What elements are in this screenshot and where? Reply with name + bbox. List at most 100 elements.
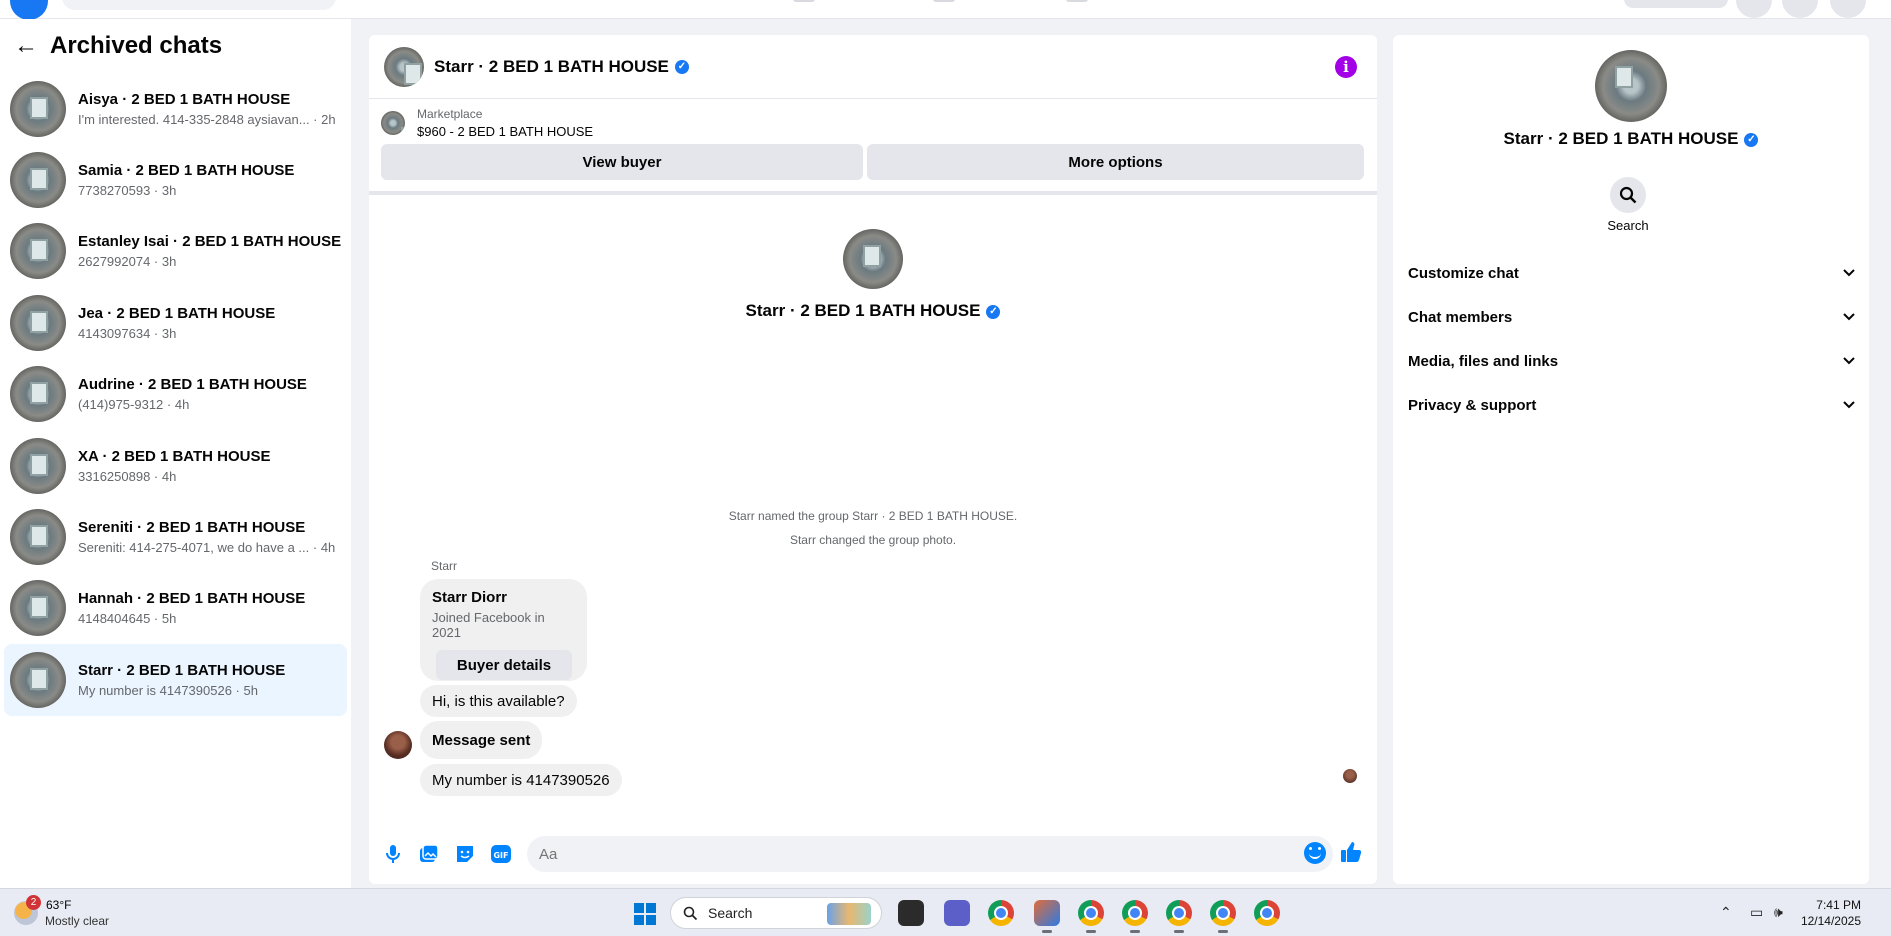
gif-icon[interactable]: GIF bbox=[489, 842, 513, 866]
running-indicator bbox=[1218, 930, 1228, 933]
chat-name: Aisya · 2 BED 1 BATH HOUSE bbox=[78, 90, 291, 108]
more-options-button[interactable]: More options bbox=[867, 144, 1364, 180]
chrome-profile-icon[interactable] bbox=[1254, 900, 1280, 926]
details-title-text: Starr · 2 BED 1 BATH HOUSE bbox=[1503, 129, 1739, 148]
snipping-tool-icon[interactable] bbox=[1034, 900, 1060, 926]
emoji-icon[interactable] bbox=[1304, 842, 1326, 864]
chrome-profile-icon[interactable] bbox=[1166, 900, 1192, 926]
menu-grid-icon[interactable] bbox=[1736, 0, 1772, 18]
system-clock[interactable]: 7:41 PM 12/14/2025 bbox=[1801, 897, 1861, 929]
section-customize-chat[interactable]: Customize chat bbox=[1408, 255, 1856, 291]
running-indicator bbox=[1130, 930, 1140, 933]
chat-item-active[interactable]: Starr · 2 BED 1 BATH HOUSE My number is 4… bbox=[4, 644, 347, 716]
message-bubble[interactable]: My number is 4147390526 bbox=[420, 764, 622, 796]
sender-avatar[interactable] bbox=[384, 731, 412, 759]
section-label: Privacy & support bbox=[1408, 396, 1537, 414]
chat-item[interactable]: Sereniti · 2 BED 1 BATH HOUSE Sereniti: 4… bbox=[4, 501, 347, 572]
sidebar-title: Archived chats bbox=[50, 32, 223, 59]
system-message: Starr changed the group photo. bbox=[789, 533, 957, 547]
seen-receipt-avatar bbox=[1343, 769, 1357, 783]
details-avatar[interactable] bbox=[1595, 50, 1667, 122]
nav-icon-marketplace[interactable] bbox=[933, 0, 955, 2]
weather-temperature[interactable]: 63°F bbox=[46, 898, 71, 912]
facebook-search-input[interactable] bbox=[62, 0, 336, 10]
info-icon[interactable]: i bbox=[1335, 56, 1357, 78]
marketplace-label: Marketplace bbox=[417, 107, 483, 121]
chat-name: Jea · 2 BED 1 BATH HOUSE bbox=[78, 304, 276, 322]
facebook-logo-icon[interactable] bbox=[10, 0, 48, 20]
details-search-button[interactable] bbox=[1610, 177, 1646, 213]
account-avatar[interactable] bbox=[1830, 0, 1866, 18]
buyer-joined: Joined Facebook in 2021 bbox=[432, 610, 545, 640]
chat-preview: 4143097634 · 3h bbox=[78, 325, 177, 341]
thread-avatar bbox=[843, 229, 903, 289]
chat-item[interactable]: XA · 2 BED 1 BATH HOUSE 3316250898 · 4h bbox=[4, 430, 347, 501]
section-privacy-support[interactable]: Privacy & support bbox=[1408, 387, 1856, 423]
chrome-profile-icon[interactable] bbox=[1122, 900, 1148, 926]
section-chat-members[interactable]: Chat members bbox=[1408, 299, 1856, 335]
chevron-down-icon bbox=[1843, 313, 1855, 321]
chat-app-icon[interactable] bbox=[944, 900, 970, 926]
nav-icon-video[interactable] bbox=[793, 0, 815, 2]
show-hidden-icons-chevron-icon[interactable]: ⌃ bbox=[1720, 904, 1732, 921]
conversation-title-text: Starr · 2 BED 1 BATH HOUSE bbox=[434, 56, 669, 76]
taskbar-search-box[interactable]: Search bbox=[670, 897, 882, 929]
topbar-pill-button[interactable] bbox=[1624, 0, 1728, 8]
conversation-avatar[interactable] bbox=[384, 46, 424, 87]
message-composer: GIF bbox=[369, 824, 1377, 884]
nav-icon-groups[interactable] bbox=[1066, 0, 1088, 2]
network-icon[interactable]: ▭ bbox=[1750, 904, 1763, 921]
thread-title: Starr · 2 BED 1 BATH HOUSE ✓ bbox=[369, 301, 1377, 321]
conversation-panel: Starr · 2 BED 1 BATH HOUSE ✓ i Marketplac… bbox=[369, 35, 1377, 884]
chrome-profile-icon[interactable] bbox=[1210, 900, 1236, 926]
message-bubble[interactable]: Message sent bbox=[420, 721, 543, 759]
thumbs-up-icon[interactable] bbox=[1339, 840, 1363, 864]
running-indicator bbox=[1042, 930, 1052, 933]
archived-chats-sidebar: ← Archived chats Aisya · 2 BED 1 BATH HO… bbox=[0, 19, 351, 888]
chat-avatar bbox=[10, 80, 66, 137]
windows-taskbar: 2 63°F Mostly clear Search ⌃ ▭ 🕪 7:41 PM… bbox=[0, 888, 1891, 936]
chat-item[interactable]: Hannah · 2 BED 1 BATH HOUSE 4148404645 · … bbox=[4, 573, 347, 644]
view-buyer-button[interactable]: View buyer bbox=[381, 144, 863, 180]
thread-title-text: Starr · 2 BED 1 BATH HOUSE bbox=[745, 301, 981, 320]
photo-icon[interactable] bbox=[417, 842, 441, 866]
task-view-icon[interactable] bbox=[898, 900, 924, 926]
chat-name: Estanley Isai · 2 BED 1 BATH HOUSE bbox=[78, 233, 341, 251]
sidebar-header: ← Archived chats bbox=[0, 19, 351, 73]
chat-name: XA · 2 BED 1 BATH HOUSE bbox=[78, 447, 271, 465]
windows-start-icon[interactable] bbox=[634, 903, 656, 925]
chat-preview: 7738270593 · 3h bbox=[78, 183, 177, 199]
back-arrow-icon[interactable]: ← bbox=[14, 32, 38, 59]
chrome-profile-icon[interactable] bbox=[1078, 900, 1104, 926]
conversation-title[interactable]: Starr · 2 BED 1 BATH HOUSE ✓ bbox=[434, 57, 689, 77]
svg-text:GIF: GIF bbox=[493, 851, 508, 860]
chevron-down-icon bbox=[1843, 357, 1855, 365]
listing-thumbnail bbox=[381, 111, 405, 135]
notifications-icon[interactable] bbox=[1782, 0, 1818, 18]
sticker-icon[interactable] bbox=[453, 842, 477, 866]
section-label: Chat members bbox=[1408, 308, 1513, 326]
microphone-icon[interactable] bbox=[381, 842, 405, 866]
chat-avatar bbox=[10, 223, 66, 280]
buyer-card: Starr Diorr Joined Facebook in 2021 Buye… bbox=[420, 579, 587, 681]
search-icon bbox=[683, 906, 698, 920]
chrome-icon[interactable] bbox=[988, 900, 1014, 926]
chat-name: Samia · 2 BED 1 BATH HOUSE bbox=[78, 162, 295, 180]
running-indicator bbox=[1086, 930, 1096, 933]
message-input[interactable] bbox=[527, 836, 1333, 872]
volume-icon[interactable]: 🕪 bbox=[1774, 904, 1783, 921]
chat-details-panel: Starr · 2 BED 1 BATH HOUSE ✓ Search Custo… bbox=[1393, 35, 1869, 884]
message-bubble[interactable]: Hi, is this available? bbox=[420, 685, 577, 717]
chat-item[interactable]: Jea · 2 BED 1 BATH HOUSE 4143097634 · 3h bbox=[4, 287, 347, 358]
buyer-details-button[interactable]: Buyer details bbox=[436, 650, 572, 680]
system-message: Starr named the group Starr · 2 BED 1 BA… bbox=[728, 509, 1018, 523]
chat-preview: 3316250898 · 4h bbox=[78, 468, 177, 484]
section-media-files-links[interactable]: Media, files and links bbox=[1408, 343, 1856, 379]
running-indicator bbox=[1174, 930, 1184, 933]
chat-item[interactable]: Audrine · 2 BED 1 BATH HOUSE (414)975-931… bbox=[4, 359, 347, 430]
chat-item[interactable]: Aisya · 2 BED 1 BATH HOUSE I'm interested… bbox=[4, 73, 347, 144]
marketplace-banner: Marketplace $960 - 2 BED 1 BATH HOUSE Vi… bbox=[369, 99, 1377, 195]
chat-item[interactable]: Samia · 2 BED 1 BATH HOUSE 7738270593 · 3… bbox=[4, 144, 347, 215]
weather-description[interactable]: Mostly clear bbox=[45, 914, 109, 928]
chat-item[interactable]: Estanley Isai · 2 BED 1 BATH HOUSE 262799… bbox=[4, 216, 347, 287]
